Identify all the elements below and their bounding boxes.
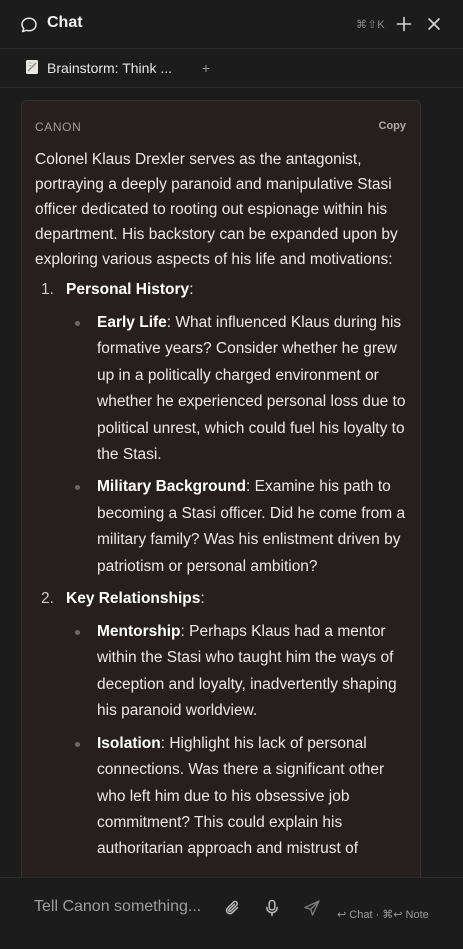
bullet-term: Early Life [97, 314, 167, 331]
bullet-item: Military Background: Examine his path to… [66, 474, 411, 580]
bullet-dot [75, 741, 80, 747]
chat-header: Chat ⌘⇧K [0, 0, 463, 49]
send-icon [304, 900, 320, 916]
new-chat-button[interactable] [395, 14, 413, 34]
bullet-dot [75, 321, 80, 326]
bullet-term: Isolation [97, 734, 161, 752]
sections-list: 1. Personal History: Early Life: What in… [35, 277, 411, 863]
microphone-icon [266, 899, 278, 917]
attach-button[interactable] [223, 898, 243, 918]
paperclip-icon [225, 900, 239, 915]
message-sender: CANON [35, 120, 82, 134]
chat-title: Chat [47, 14, 83, 31]
send-button[interactable] [302, 898, 322, 918]
message-input[interactable] [34, 898, 214, 916]
add-tab-button[interactable]: + [199, 60, 213, 76]
new-chat-shortcut: ⌘⇧K [356, 19, 386, 31]
tab-bar: Brainstorm: Think ... + [0, 49, 463, 88]
section-bullets: Mentorship: Perhaps Klaus had a mentor w… [66, 619, 411, 863]
bullet-item: Isolation: Highlight his lack of persona… [66, 731, 411, 863]
keyboard-hint: ↩ Chat · ⌘↩ Note [337, 909, 429, 921]
close-icon [428, 18, 440, 30]
bullet-item: Mentorship: Perhaps Klaus had a mentor w… [66, 619, 411, 725]
section-colon: : [200, 590, 205, 608]
close-button[interactable] [425, 14, 443, 34]
message-content: Colonel Klaus Drexler serves as the anta… [35, 147, 411, 869]
bullet-item: Early Life: What influenced Klaus during… [66, 310, 411, 468]
bullet-term: Military Background [97, 478, 246, 496]
section-number: 2. [41, 590, 54, 608]
chat-bubble-icon [19, 15, 39, 35]
section-number: 1. [41, 281, 54, 298]
section-bullets: Early Life: What influenced Klaus during… [66, 310, 411, 580]
note-icon [25, 59, 39, 75]
section-item: 2. Key Relationships: Mentorship: Perhap… [35, 586, 411, 863]
mic-button[interactable] [262, 898, 282, 918]
section-colon: : [189, 281, 194, 298]
section-item: 1. Personal History: Early Life: What in… [35, 277, 411, 580]
section-title: Personal History [66, 281, 190, 298]
bullet-term: Mentorship [97, 623, 181, 641]
plus-icon [396, 16, 412, 32]
copy-button[interactable]: Copy [379, 120, 407, 132]
bullet-dot [75, 485, 80, 491]
composer: ↩ Chat · ⌘↩ Note [0, 877, 463, 949]
bullet-text: : Highlight his lack of personal connect… [97, 734, 385, 858]
assistant-message: CANON Copy Colonel Klaus Drexler serves … [21, 100, 421, 900]
message-intro: Colonel Klaus Drexler serves as the anta… [35, 151, 398, 268]
bullet-dot [75, 630, 80, 636]
tab-brainstorm[interactable]: Brainstorm: Think ... [47, 60, 172, 76]
section-title: Key Relationships [66, 590, 201, 608]
bullet-text: : What influenced Klaus during his forma… [97, 314, 406, 464]
